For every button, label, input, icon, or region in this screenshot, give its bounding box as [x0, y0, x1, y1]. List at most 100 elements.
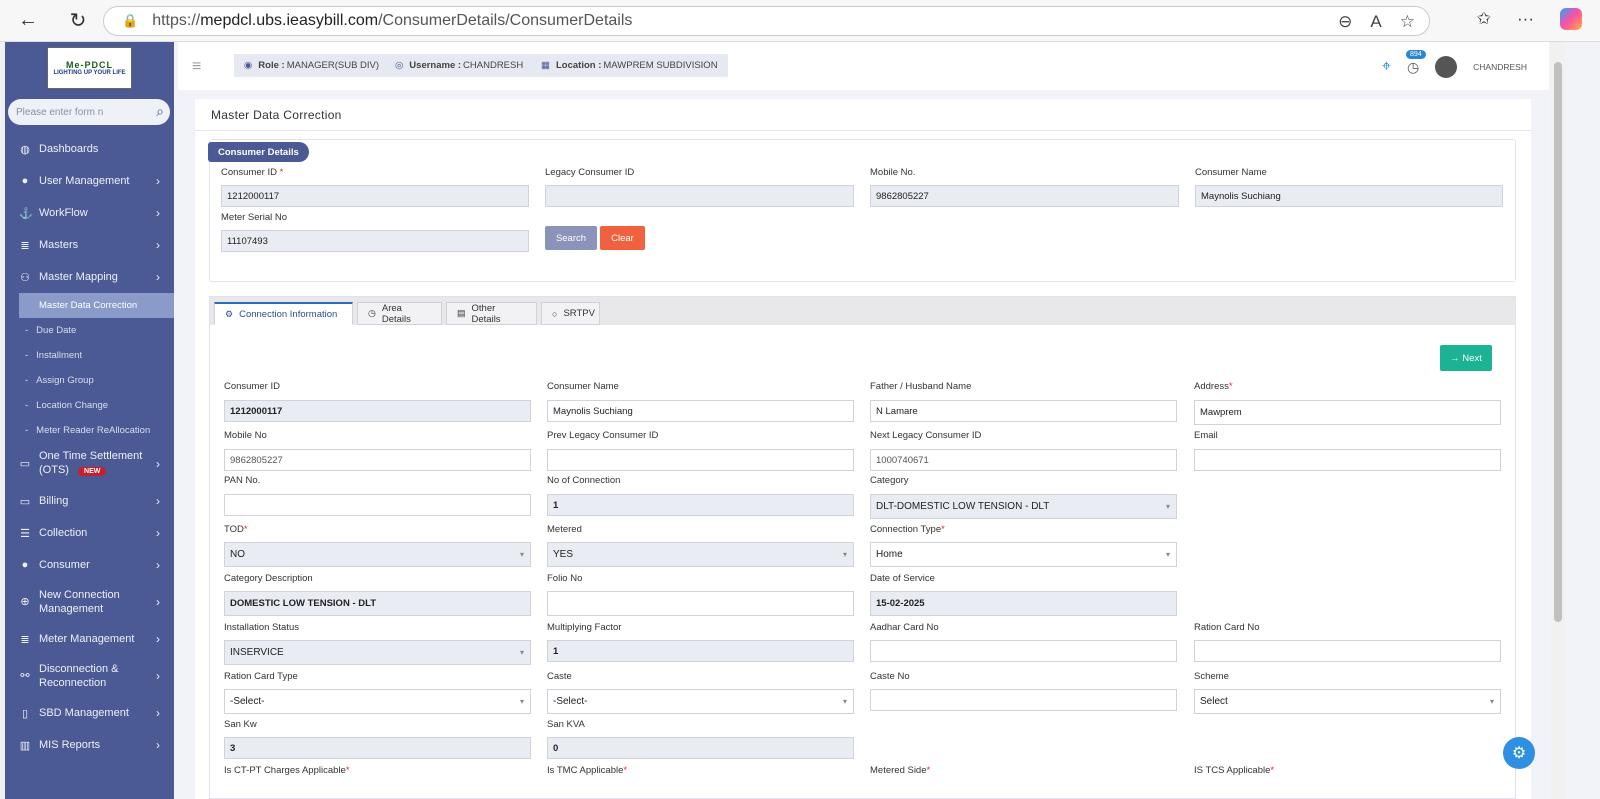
search-icon[interactable]: ⌕: [156, 103, 164, 120]
consumer-details-panel: [209, 139, 1516, 282]
settings-fab-button[interactable]: ⚙: [1503, 737, 1535, 769]
f-prev-legacy-input[interactable]: [547, 449, 854, 471]
sidebar-sub-master-data-correction[interactable]: Master Data Correction: [19, 293, 174, 318]
sidebar-item-masters[interactable]: ≣ Masters ›: [5, 229, 174, 261]
hamburger-menu-icon[interactable]: ≡: [192, 58, 201, 76]
f-cat-desc-input: DOMESTIC LOW TENSION - DLT: [224, 591, 531, 616]
sidebar-sub-installment[interactable]: - Installment: [5, 343, 174, 368]
sidebar-sub-location-change[interactable]: - Location Change: [5, 393, 174, 418]
favorite-star-icon[interactable]: ☆: [1400, 12, 1415, 32]
sidebar-sub-assign-group[interactable]: - Assign Group: [5, 368, 174, 393]
chevron-right-icon: ›: [156, 270, 160, 284]
page-scrollbar[interactable]: [1551, 42, 1565, 799]
search-placeholder: Please enter form n: [16, 106, 104, 118]
address-bar[interactable]: 🔒 https://mepdcl.ubs.ieasybill.com/Consu…: [103, 6, 1430, 36]
read-aloud-icon[interactable]: A: [1370, 12, 1381, 32]
sidebar-item-collection[interactable]: ☰ Collection ›: [5, 517, 174, 549]
f-mobile-input[interactable]: 9862805227: [224, 449, 531, 471]
scrollbar-thumb[interactable]: [1554, 62, 1562, 622]
tab-other-details[interactable]: ▤ Other Details: [446, 302, 537, 325]
url-path: /ConsumerDetails/ConsumerDetails: [378, 12, 633, 29]
next-button[interactable]: → Next: [1440, 345, 1492, 371]
consumer-id-search-input[interactable]: 1212000117: [221, 185, 529, 207]
favorites-icon[interactable]: ✩: [1477, 9, 1491, 29]
sidebar: Me-PDCL LIGHTING UP YOUR LIFE Please ent…: [5, 42, 174, 799]
f-mult-factor-input: 1: [547, 640, 854, 662]
f-caste-no-input[interactable]: [870, 689, 1177, 711]
location-pin-icon[interactable]: ⌖: [1382, 58, 1391, 76]
tab-srtpv[interactable]: ○ SRTPV: [541, 302, 600, 325]
f-ration-label: Ration Card No: [1194, 622, 1260, 633]
sidebar-item-disconnection[interactable]: ⚯ Disconnection & Reconnection ›: [5, 655, 174, 697]
f-consumer-name-input[interactable]: Maynolis Suchiang: [547, 400, 854, 422]
mobile-label: Mobile No.: [870, 167, 916, 178]
back-icon[interactable]: ←: [12, 5, 44, 37]
f-date-service-input[interactable]: 15-02-2025: [870, 591, 1177, 616]
sidebar-item-sbd-management[interactable]: ▯ SBD Management ›: [5, 697, 174, 729]
chevron-right-icon: ›: [156, 738, 160, 752]
sidebar-item-mis-reports[interactable]: ▥ MIS Reports ›: [5, 729, 174, 761]
f-next-legacy-input[interactable]: 1000740671: [870, 449, 1177, 471]
f-ration-type-select[interactable]: -Select-: [224, 689, 531, 714]
f-date-service-label: Date of Service: [870, 573, 935, 584]
location-chip: ▦ Location : MAWPREM SUBDIVISION: [531, 54, 728, 77]
f-metered-label: Metered: [547, 524, 582, 535]
f-folio-input[interactable]: [547, 591, 854, 616]
f-inst-status-select[interactable]: INSERVICE: [224, 640, 531, 665]
f-ration-input[interactable]: [1194, 640, 1501, 662]
sidebar-item-consumer[interactable]: ● Consumer ›: [5, 549, 174, 581]
copilot-icon[interactable]: [1560, 8, 1582, 30]
f-email-input[interactable]: [1194, 449, 1501, 471]
chevron-right-icon: ›: [156, 174, 160, 188]
search-button[interactable]: Search: [545, 226, 597, 250]
f-pan-input[interactable]: [224, 494, 531, 516]
f-address-label: Address*: [1194, 381, 1233, 392]
f-conn-type-select[interactable]: Home: [870, 542, 1177, 567]
header-username[interactable]: CHANDRESH: [1473, 62, 1527, 72]
sidebar-item-ots[interactable]: ▭ One Time Settlement (OTS) NEW ›: [5, 443, 174, 485]
f-address-input[interactable]: Mawprem: [1194, 400, 1501, 425]
f-tod-select[interactable]: NO: [224, 542, 531, 567]
sidebar-item-user-management[interactable]: ● User Management ›: [5, 165, 174, 197]
f-tod-label: TOD*: [224, 524, 248, 535]
f-caste-no-label: Caste No: [870, 671, 910, 682]
more-menu-icon[interactable]: ···: [1517, 9, 1534, 29]
divider: [195, 130, 1531, 131]
reload-icon[interactable]: ↻: [62, 5, 94, 37]
sidebar-sub-due-date[interactable]: - Due Date: [5, 318, 174, 343]
clock-icon[interactable]: ◷: [1407, 59, 1419, 76]
f-no-conn-label: No of Connection: [547, 475, 621, 486]
monitor-icon: ▭: [19, 495, 31, 508]
f-metered-select[interactable]: YES: [547, 542, 854, 567]
f-scheme-select[interactable]: Select: [1194, 689, 1501, 714]
tab-area-details[interactable]: ◷ Area Details: [357, 302, 442, 325]
username-chip: ◎ Username : CHANDRESH: [385, 54, 534, 77]
chevron-right-icon: ›: [156, 206, 160, 220]
tab-connection-information[interactable]: ⚙ Connection Information: [214, 302, 353, 325]
meter-serial-input[interactable]: 11107493: [221, 230, 529, 252]
clear-button[interactable]: Clear: [600, 226, 645, 250]
sidebar-search-input[interactable]: Please enter form n ⌕: [8, 99, 170, 125]
f-pan-label: PAN No.: [224, 475, 261, 486]
zoom-icon[interactable]: ⊖: [1338, 12, 1352, 32]
list-icon: ☰: [20, 527, 30, 540]
chevron-right-icon: ›: [156, 595, 160, 609]
sidebar-item-master-mapping[interactable]: ⚇ Master Mapping ›: [5, 261, 174, 293]
mobile-search-input[interactable]: 9862805227: [870, 185, 1179, 207]
avatar[interactable]: [1435, 56, 1458, 78]
sidebar-item-new-connection[interactable]: ⊕ New Connection Management ›: [5, 581, 174, 623]
sidebar-item-dashboards[interactable]: ◍ Dashboards: [5, 133, 174, 165]
f-aadhar-input[interactable]: [870, 640, 1177, 662]
consumer-name-search-input[interactable]: Maynolis Suchiang: [1195, 185, 1503, 207]
f-ration-type-label: Ration Card Type: [224, 671, 298, 682]
new-badge: NEW: [78, 467, 107, 476]
f-category-select[interactable]: DLT-DOMESTIC LOW TENSION - DLT: [870, 494, 1177, 519]
f-father-name-input[interactable]: N Lamare: [870, 400, 1177, 422]
f-caste-select[interactable]: -Select-: [547, 689, 854, 714]
legacy-id-search-input[interactable]: [545, 185, 854, 207]
sidebar-item-billing[interactable]: ▭ Billing ›: [5, 485, 174, 517]
sidebar-sub-meter-reader-reallocation[interactable]: - Meter Reader ReAllocation: [5, 418, 174, 443]
sidebar-item-meter-management[interactable]: ≣ Meter Management ›: [5, 623, 174, 655]
user-icon: ●: [21, 175, 29, 187]
sidebar-item-workflow[interactable]: ⚓ WorkFlow ›: [5, 197, 174, 229]
